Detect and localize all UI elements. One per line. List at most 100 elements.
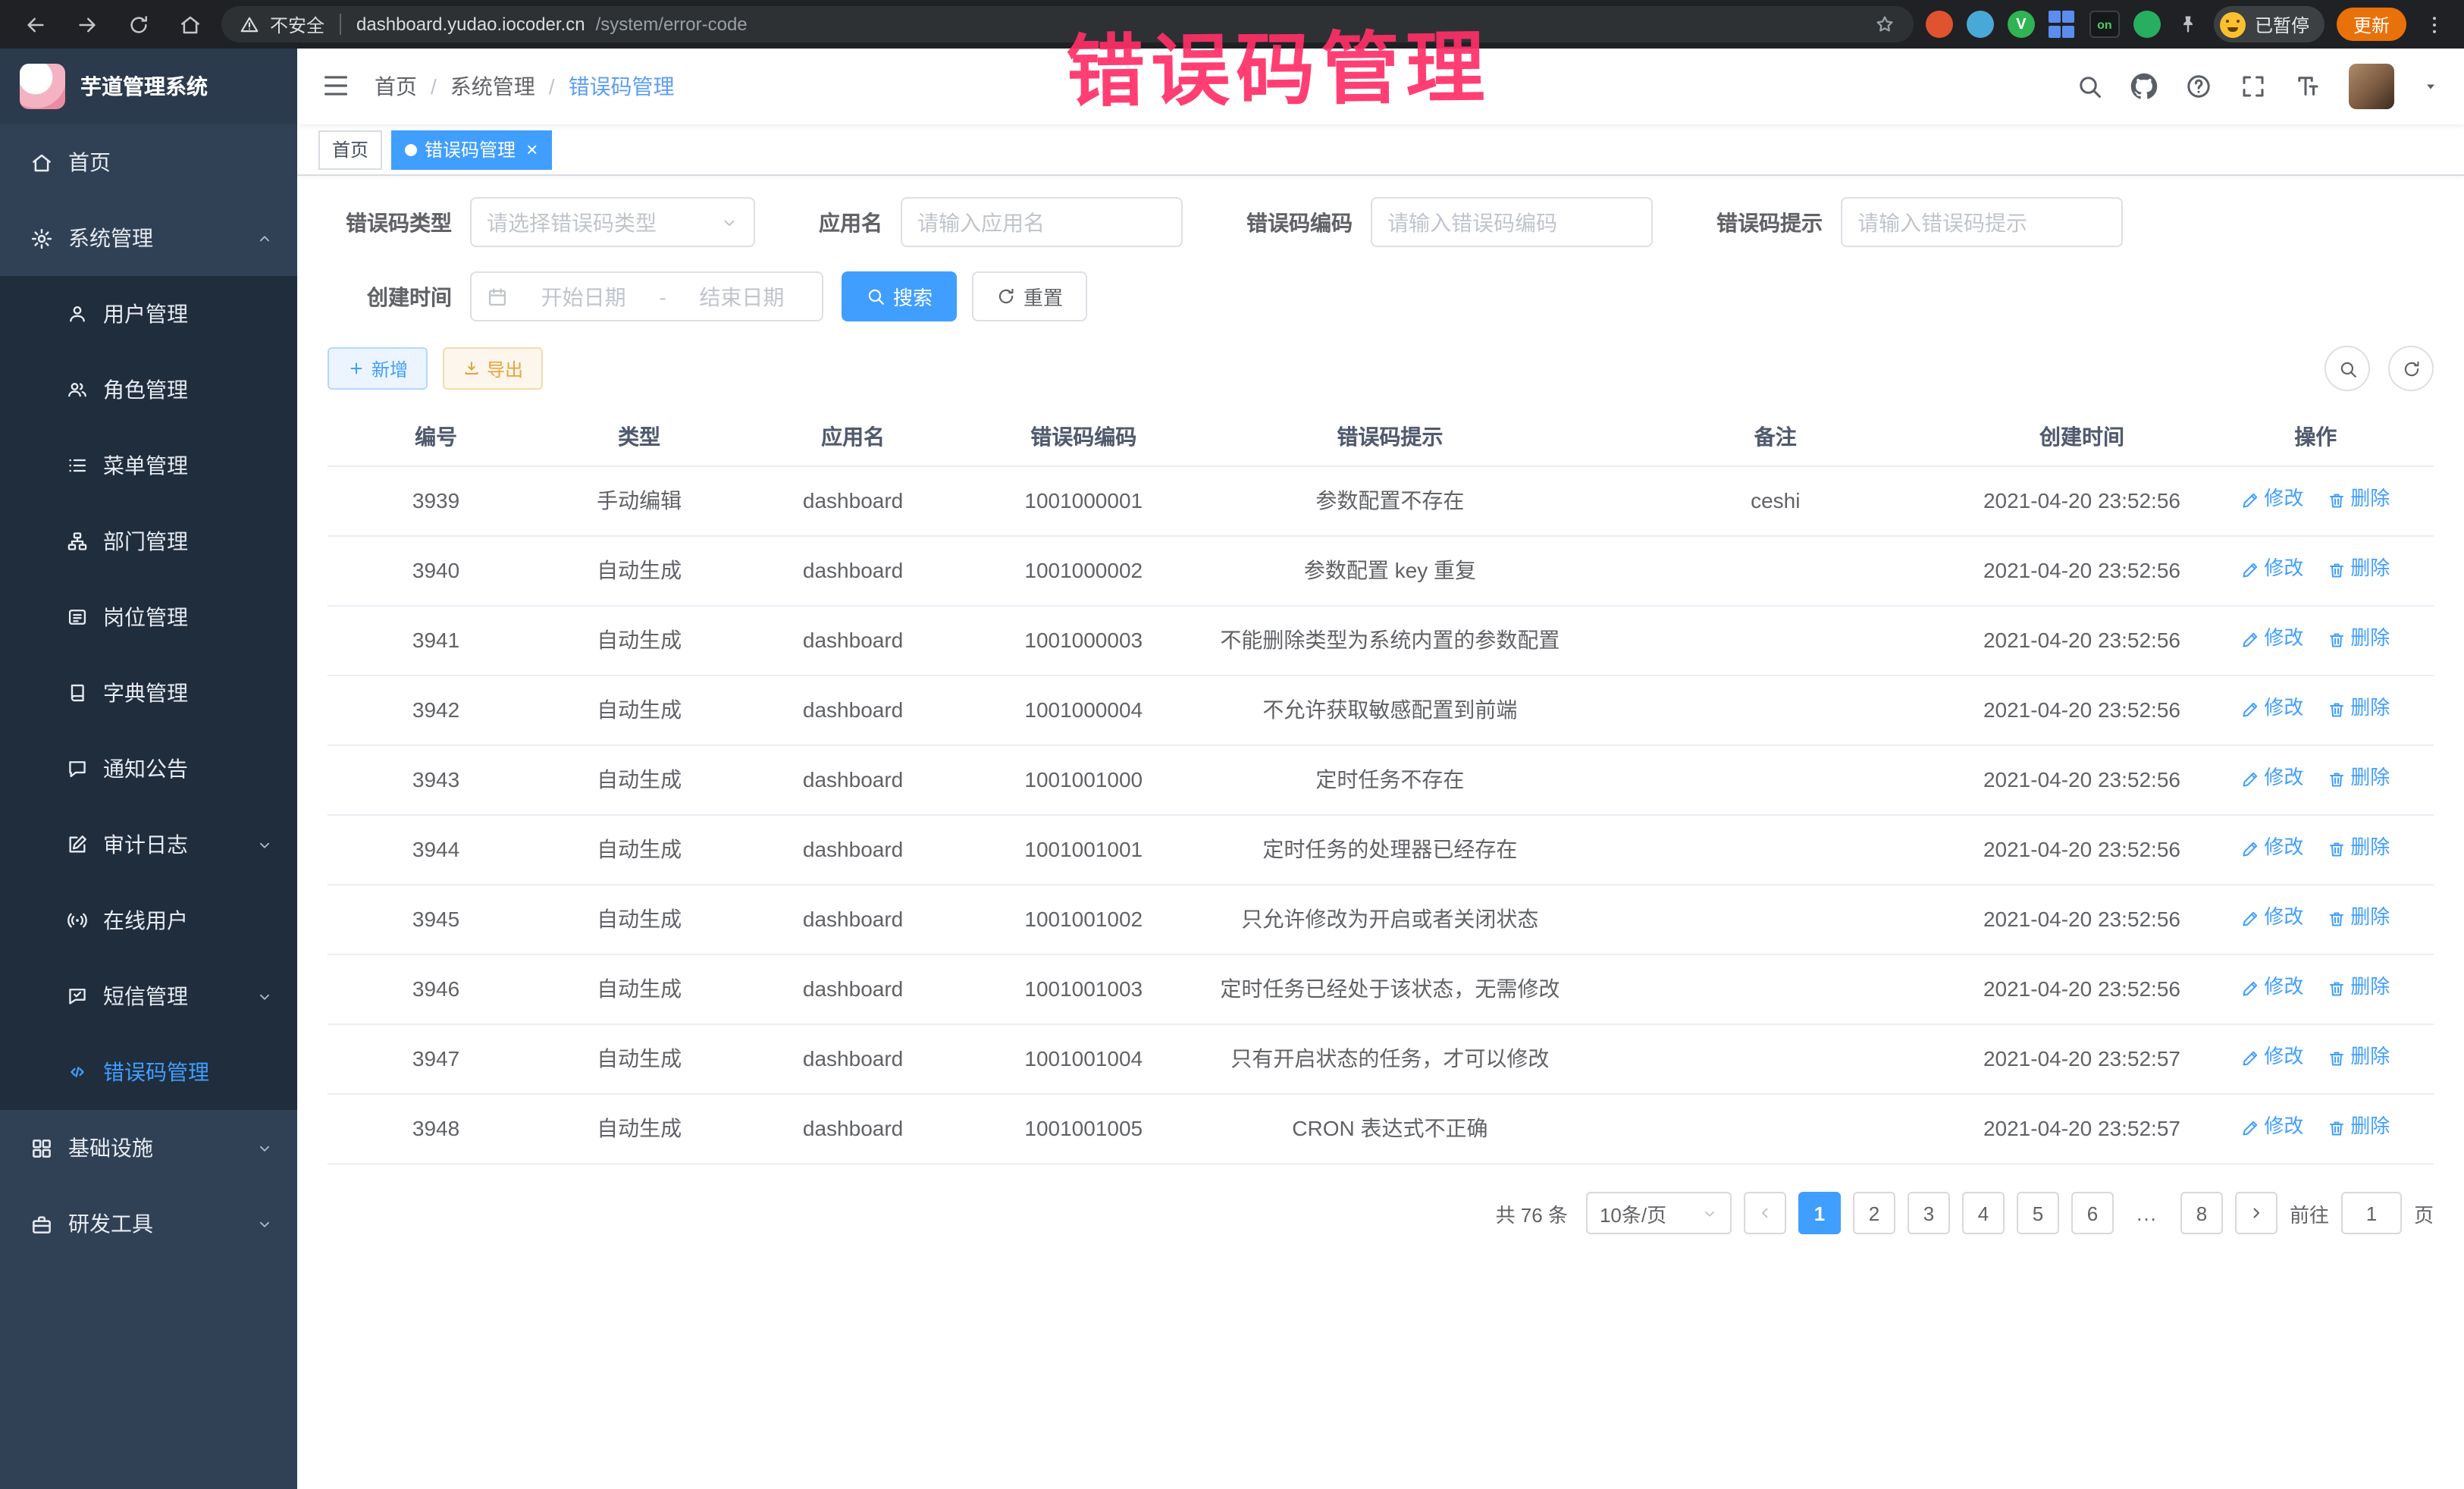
user-avatar[interactable]	[2349, 64, 2394, 109]
sidebar-submenu-item[interactable]: 部门管理	[0, 503, 297, 579]
sidebar-submenu-item[interactable]: 错误码管理	[0, 1034, 297, 1110]
tab-close-icon[interactable]: ×	[526, 139, 538, 159]
github-icon[interactable]	[2130, 73, 2158, 100]
extension-icon-grid[interactable]	[2049, 11, 2076, 38]
pagination-page-1[interactable]: 1	[1798, 1192, 1841, 1234]
edit-link[interactable]: 修改	[2241, 485, 2303, 514]
error-code-input[interactable]	[1387, 210, 1636, 234]
page-size-select[interactable]: 10条/页	[1586, 1192, 1732, 1234]
pagination-goto-input[interactable]	[2341, 1192, 2402, 1234]
edit-link[interactable]: 修改	[2241, 555, 2303, 584]
breadcrumb-system[interactable]: 系统管理	[450, 71, 535, 102]
delete-link[interactable]: 删除	[2328, 625, 2390, 654]
fontsize-icon[interactable]	[2294, 73, 2321, 100]
tab-home[interactable]: 首页	[318, 130, 382, 169]
browser-profile-chip[interactable]: 已暂停	[2214, 6, 2324, 42]
pin-extension-icon[interactable]	[2174, 11, 2202, 38]
edit-link[interactable]: 修改	[2241, 625, 2303, 654]
edit-link[interactable]: 修改	[2241, 764, 2303, 793]
sidebar-submenu-item[interactable]: 岗位管理	[0, 579, 297, 655]
extension-icon-proxy[interactable]: on	[2089, 11, 2120, 38]
sidebar-submenu-item[interactable]: 角色管理	[0, 352, 297, 428]
edit-link[interactable]: 修改	[2241, 904, 2303, 933]
search-icon[interactable]	[2076, 73, 2103, 100]
pagination-page-8[interactable]: 8	[2180, 1192, 2223, 1234]
bookmark-star-icon[interactable]	[1874, 14, 1895, 35]
edit-link[interactable]: 修改	[2241, 834, 2303, 863]
security-label[interactable]: 不安全	[270, 11, 324, 37]
address-bar[interactable]: 不安全 dashboard.yudao.iocoder.cn/system/er…	[221, 6, 1914, 42]
sidebar-submenu-item[interactable]: 用户管理	[0, 276, 297, 352]
sidebar-submenu-item[interactable]: 菜单管理	[0, 428, 297, 503]
cell-code: 1001001000	[972, 765, 1195, 796]
filter-group-code: 错误码编码	[1246, 197, 1653, 247]
pagination-next-button[interactable]	[2235, 1192, 2277, 1234]
pagination-page-6[interactable]: 6	[2071, 1192, 2114, 1234]
sidebar-item-label: 角色管理	[103, 375, 188, 405]
search-button[interactable]: 搜索	[842, 271, 957, 321]
browser-reload-button[interactable]	[118, 5, 158, 44]
delete-link[interactable]: 删除	[2328, 555, 2390, 584]
toggle-search-button[interactable]	[2324, 346, 2370, 391]
browser-forward-button[interactable]	[67, 5, 106, 44]
cell-type: 自动生成	[544, 904, 734, 936]
sidebar-item-system[interactable]: 系统管理	[0, 200, 297, 276]
browser-back-button[interactable]	[15, 5, 55, 44]
error-type-select[interactable]: 请选择错误码类型	[470, 197, 755, 247]
search-icon	[866, 287, 886, 306]
caret-down-icon[interactable]	[2422, 77, 2440, 96]
delete-link[interactable]: 删除	[2328, 904, 2390, 933]
table-row: 3943 自动生成 dashboard 1001001000 定时任务不存在 2…	[328, 746, 2434, 816]
cell-code: 1001000001	[972, 486, 1195, 517]
sidebar-submenu-item[interactable]: 短信管理	[0, 958, 297, 1034]
sidebar-toggle-icon[interactable]	[321, 70, 350, 103]
browser-chrome: 不安全 dashboard.yudao.iocoder.cn/system/er…	[0, 0, 2464, 49]
reset-button[interactable]: 重置	[972, 271, 1087, 321]
breadcrumb-home[interactable]: 首页	[375, 71, 417, 102]
extension-icon-blue[interactable]	[1967, 11, 1994, 38]
edit-link[interactable]: 修改	[2241, 1043, 2303, 1072]
date-range-picker[interactable]: 开始日期 - 结束日期	[470, 271, 823, 321]
error-hint-input[interactable]	[1857, 210, 2106, 234]
extension-icon-red[interactable]	[1926, 11, 1953, 38]
sidebar-submenu-item[interactable]: 字典管理	[0, 655, 297, 731]
sidebar-submenu-item[interactable]: 审计日志	[0, 807, 297, 882]
edit-link[interactable]: 修改	[2241, 1113, 2303, 1142]
sidebar-submenu-item[interactable]: 通知公告	[0, 731, 297, 807]
delete-link[interactable]: 删除	[2328, 764, 2390, 793]
question-icon[interactable]	[2185, 73, 2212, 100]
delete-link[interactable]: 删除	[2328, 1113, 2390, 1142]
cell-actions: 修改 删除	[2198, 485, 2434, 516]
delete-link[interactable]: 删除	[2328, 485, 2390, 514]
chevron-down-icon	[720, 213, 738, 231]
sidebar-item-home[interactable]: 首页	[0, 124, 297, 200]
export-button[interactable]: 导出	[443, 347, 543, 390]
edit-link[interactable]: 修改	[2241, 694, 2303, 723]
delete-link[interactable]: 删除	[2328, 694, 2390, 723]
add-button[interactable]: 新增	[328, 347, 428, 390]
refresh-table-button[interactable]	[2388, 346, 2434, 391]
delete-link[interactable]: 删除	[2328, 834, 2390, 863]
delete-link[interactable]: 删除	[2328, 973, 2390, 1002]
app-name-input[interactable]	[917, 210, 1166, 234]
pagination-prev-button[interactable]	[1744, 1192, 1786, 1234]
app-logo[interactable]: 芋道管理系统	[0, 49, 297, 124]
sidebar-submenu-item[interactable]: 在线用户	[0, 882, 297, 958]
browser-menu-icon[interactable]	[2419, 11, 2449, 37]
extension-icon-v[interactable]: V	[2008, 11, 2035, 38]
pagination-page-3[interactable]: 3	[1908, 1192, 1950, 1234]
pagination-page-4[interactable]: 4	[1962, 1192, 2005, 1234]
delete-link[interactable]: 删除	[2328, 1043, 2390, 1072]
browser-update-button[interactable]: 更新	[2337, 8, 2406, 41]
fullscreen-icon[interactable]	[2240, 73, 2267, 100]
pagination-page-5[interactable]: 5	[2017, 1192, 2059, 1234]
sidebar-item-devtools[interactable]: 研发工具	[0, 1186, 297, 1262]
edit-link[interactable]: 修改	[2241, 973, 2303, 1002]
extension-icon-leaf[interactable]	[2133, 11, 2161, 38]
browser-home-button[interactable]	[170, 5, 209, 44]
pagination-ellipsis[interactable]: ...	[2126, 1192, 2168, 1234]
pagination-page-2[interactable]: 2	[1853, 1192, 1895, 1234]
page-content: 错误码类型 请选择错误码类型 应用名 错误码编码	[297, 176, 2464, 1489]
tab-error-code[interactable]: 错误码管理 ×	[391, 130, 551, 169]
sidebar-item-infra[interactable]: 基础设施	[0, 1110, 297, 1186]
